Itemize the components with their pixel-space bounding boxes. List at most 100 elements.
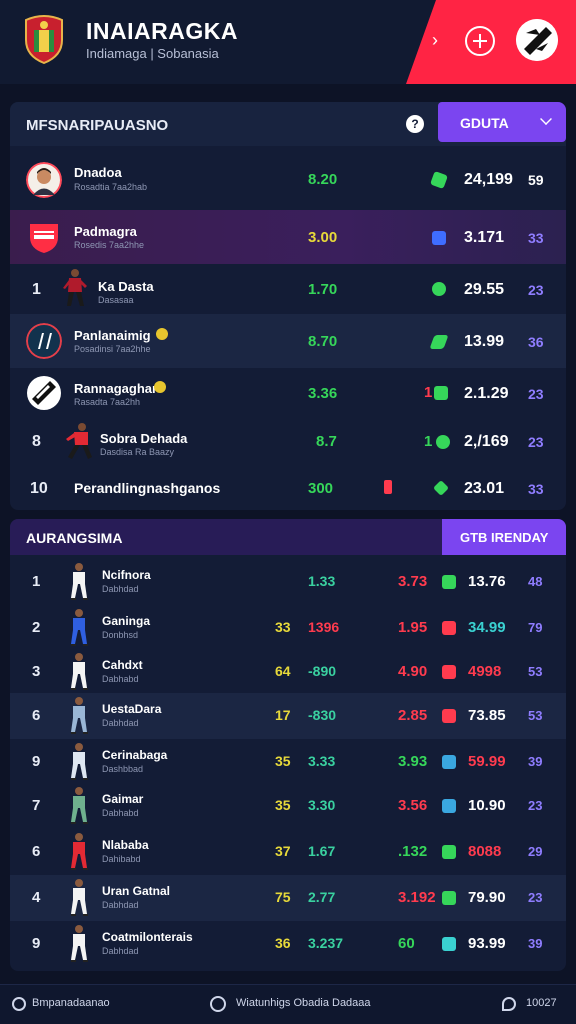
player-figure — [63, 269, 87, 306]
stat-b: 1396 — [308, 619, 340, 635]
row-points: 23 — [528, 434, 544, 450]
player-name: Ncifnora — [102, 568, 151, 582]
app-subtitle: Indiamaga | Sobanasia — [86, 46, 219, 61]
stat-e: 23 — [528, 798, 543, 813]
table-row[interactable]: 9 Coatmilonterais Dabhdad 36 3.237 60 93.99 39 — [10, 921, 566, 967]
chevron-right-icon[interactable]: › — [432, 30, 446, 50]
table-row[interactable]: Panlanaimig Posadinsi 7aa2hhe 8.70 13.99… — [10, 314, 566, 368]
footer-center-text[interactable]: Wiatunhigs Obadia Dadaaa — [236, 997, 371, 1009]
table-row[interactable]: 1 Ncifnora Dabhdad 1.33 3.73 13.76 48 — [10, 559, 566, 605]
info-icon[interactable] — [12, 997, 26, 1011]
chevron-down-icon — [540, 113, 552, 125]
app-title: INAIARAGKA — [86, 18, 238, 44]
row-total: 2,/169 — [464, 433, 509, 450]
row-rank: 1 — [32, 573, 41, 590]
table-row[interactable]: 10 Perandlingnashganos 300 23.01 33 — [10, 468, 566, 510]
stat-d: 34.99 — [468, 619, 506, 636]
row-value: 8.7 — [316, 433, 337, 450]
badge-dot-icon — [156, 328, 168, 340]
add-button[interactable] — [465, 26, 495, 56]
row-value: 8.20 — [308, 171, 338, 188]
standings-panel: MFSNARIPAUASNO ? GDUTA Dnadoa Rosadtia 7… — [10, 102, 566, 510]
row-sub: Rosadtia 7aa2hab — [74, 182, 148, 192]
player-name: Ganinga — [102, 614, 151, 628]
footer-right-text[interactable]: 10027 — [526, 997, 557, 1009]
player-figure — [66, 423, 92, 459]
row-value: 8.70 — [308, 333, 338, 350]
app-root: INAIARAGKA Indiamaga | Sobanasia › MFSNA… — [0, 0, 576, 1024]
trend-icon — [434, 386, 448, 400]
stat-d: 73.85 — [468, 707, 506, 724]
stat-c: .132 — [398, 843, 428, 860]
row-rank: 1 — [32, 281, 41, 298]
stat-e: 53 — [528, 664, 543, 679]
row-total: 3.171 — [464, 229, 505, 246]
alert-icon — [384, 480, 392, 494]
table-row[interactable]: 7 Gaimar Dabhabd 35 3.30 3.56 10.90 23 — [10, 783, 566, 829]
row-points: 59 — [528, 172, 544, 188]
stat-e: 23 — [528, 890, 543, 905]
stat-b: 2.77 — [308, 889, 336, 905]
player-sub: Dashbbad — [102, 764, 144, 774]
stat-d: 93.99 — [468, 935, 506, 952]
player-name: Nlababa — [102, 838, 149, 852]
row-total: 2.1.29 — [464, 385, 509, 402]
filter-dropdown[interactable]: GDUTA — [438, 102, 566, 142]
table-row[interactable]: Padmagra Rosedis 7aa2hhe 3.00 3.171 33 — [10, 210, 566, 264]
table-row[interactable]: 6 Nlababa Dahibabd 37 1.67 .132 8088 29 — [10, 829, 566, 875]
location-icon[interactable] — [502, 997, 516, 1011]
row-sub: Dasdisa Ra Baazy — [100, 447, 175, 457]
stat-d: 4998 — [468, 663, 502, 680]
stat-a: 33 — [275, 619, 291, 635]
footer-left-text[interactable]: Bmpanadaanao — [32, 997, 110, 1009]
player-name: UestaDara — [102, 702, 162, 716]
stat-a: 64 — [275, 663, 291, 679]
player-figure — [71, 833, 88, 870]
player-figure — [71, 563, 88, 600]
dropdown-label: GDUTA — [460, 115, 509, 131]
table-row[interactable]: 4 Uran Gatnal Dabhdad 75 2.77 3.192 79.90 23 — [10, 875, 566, 921]
table-row[interactable]: 1 Ka Dasta Dasasaa 1.70 29.55 23 — [10, 264, 566, 314]
row-sub: Posadinsi 7aa2hhe — [74, 344, 151, 354]
stat-e: 29 — [528, 844, 543, 859]
row-points: 23 — [528, 386, 544, 402]
trend-icon — [433, 480, 449, 496]
row-total: 23.01 — [464, 480, 505, 497]
club-badge-icon — [27, 376, 61, 410]
status-icon — [442, 937, 456, 951]
stat-a: 36 — [275, 935, 291, 951]
table-row[interactable]: 6 UestaDara Dabhdad 17 -830 2.85 73.85 53 — [10, 693, 566, 739]
row-rank: 4 — [32, 889, 41, 906]
row-name: Ka Dasta — [98, 279, 154, 294]
table-row[interactable]: 8 Sobra Dehada Dasdisa Ra Baazy 8.7 1 2,… — [10, 418, 566, 468]
row-rank: 6 — [32, 707, 41, 724]
table-row[interactable]: Dnadoa Rosadtia 7aa2hab 8.20 24,199 59 — [10, 152, 566, 208]
row-name: Panlanaimig — [74, 328, 151, 343]
player-figure — [71, 879, 88, 916]
panel-header: AURANGSIMA GTB IRENDAY — [10, 519, 566, 555]
stat-a: 35 — [275, 753, 291, 769]
row-rank: 9 — [32, 935, 41, 952]
player-figure — [71, 787, 88, 824]
row-value: 3.36 — [308, 385, 338, 402]
stat-c: 3.93 — [398, 753, 428, 770]
row-name: Sobra Dehada — [100, 431, 188, 446]
trending-button[interactable]: GTB IRENDAY — [442, 519, 566, 555]
table-row[interactable]: 9 Cerinabaga Dashbbad 35 3.33 3.93 59.99 39 — [10, 739, 566, 785]
player-figure — [71, 609, 88, 646]
help-icon[interactable]: ? — [406, 115, 424, 133]
row-points: 23 — [528, 282, 544, 298]
badge-dot-icon — [154, 381, 166, 393]
table-row[interactable]: Rannagaghar Rasadta 7aa2hh 3.36 1 2.1.29… — [10, 368, 566, 418]
table-row[interactable]: 3 Cahdxt Dabhabd 64 -890 4.90 4998 53 — [10, 649, 566, 695]
row-name: Rannagaghar — [74, 381, 158, 396]
player-figure — [71, 653, 88, 690]
stat-e: 39 — [528, 936, 543, 951]
stat-a: 75 — [275, 889, 291, 905]
user-avatar[interactable] — [516, 19, 558, 61]
status-icon — [442, 755, 456, 769]
player-name: Coatmilonterais — [102, 930, 193, 944]
table-row[interactable]: 2 Ganinga Donbhsd 33 1396 1.95 34.99 79 — [10, 605, 566, 651]
clock-icon[interactable] — [210, 996, 226, 1012]
stat-e: 53 — [528, 708, 543, 723]
